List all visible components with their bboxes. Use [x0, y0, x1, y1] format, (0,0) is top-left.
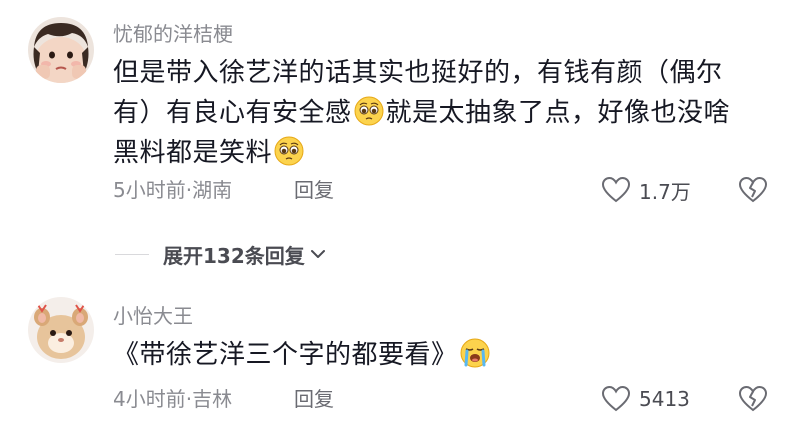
like-button[interactable]: 5413 — [601, 384, 690, 414]
comment-text-line: 但是带入徐艺洋的话其实也挺好的，有钱有颜（偶尔 — [113, 58, 723, 88]
heart-outline-icon — [601, 176, 631, 203]
comment-text-segment: 就是太抽象了点，好像也没啥 — [385, 98, 731, 128]
expand-replies-button[interactable]: 展开132条回复 — [115, 239, 327, 269]
avatar[interactable] — [28, 17, 94, 83]
username[interactable]: 小怡大王 — [113, 304, 193, 328]
comment-text-line: 《带徐艺洋三个字的都要看》 — [113, 335, 773, 375]
broken-heart-icon — [738, 176, 768, 203]
comment-text-line: 黑料都是笑料 — [113, 133, 773, 173]
like-count: 5413 — [639, 387, 690, 411]
like-count: 1.7万 — [639, 179, 691, 204]
avatar[interactable] — [28, 297, 94, 363]
loudly-crying-face-emoji-icon — [460, 338, 490, 368]
pleading-face-emoji-icon — [274, 136, 304, 166]
divider-line — [115, 253, 149, 255]
comment-meta: 4小时前·吉林 — [113, 387, 233, 411]
broken-heart-icon — [738, 385, 768, 412]
comment-text-segment: 黑料都是笑料 — [113, 138, 273, 168]
comment-text-segment: 《带徐艺洋三个字的都要看》 — [113, 340, 458, 370]
username[interactable]: 忧郁的洋桔梗 — [113, 22, 233, 46]
expand-replies-label: 展开132条回复 — [163, 243, 305, 268]
heart-outline-icon — [601, 385, 631, 412]
dislike-button[interactable] — [738, 175, 768, 205]
like-button[interactable]: 1.7万 — [601, 175, 691, 205]
reply-button[interactable]: 回复 — [294, 387, 334, 411]
chevron-down-icon — [310, 250, 325, 258]
comment-text-segment: 有）有良心有安全感 — [113, 98, 352, 128]
reply-button[interactable]: 回复 — [294, 178, 334, 202]
dislike-button[interactable] — [738, 384, 768, 414]
pleading-face-emoji-icon — [354, 96, 384, 126]
comment-meta: 5小时前·湖南 — [113, 178, 233, 202]
comment-text: 但是带入徐艺洋的话其实也挺好的，有钱有颜（偶尔 有）有良心有安全感 就是太抽象了… — [113, 53, 773, 173]
comment-text-line: 有）有良心有安全感 就是太抽象了点，好像也没啥 — [113, 93, 773, 133]
comment-text: 《带徐艺洋三个字的都要看》 — [113, 335, 773, 375]
